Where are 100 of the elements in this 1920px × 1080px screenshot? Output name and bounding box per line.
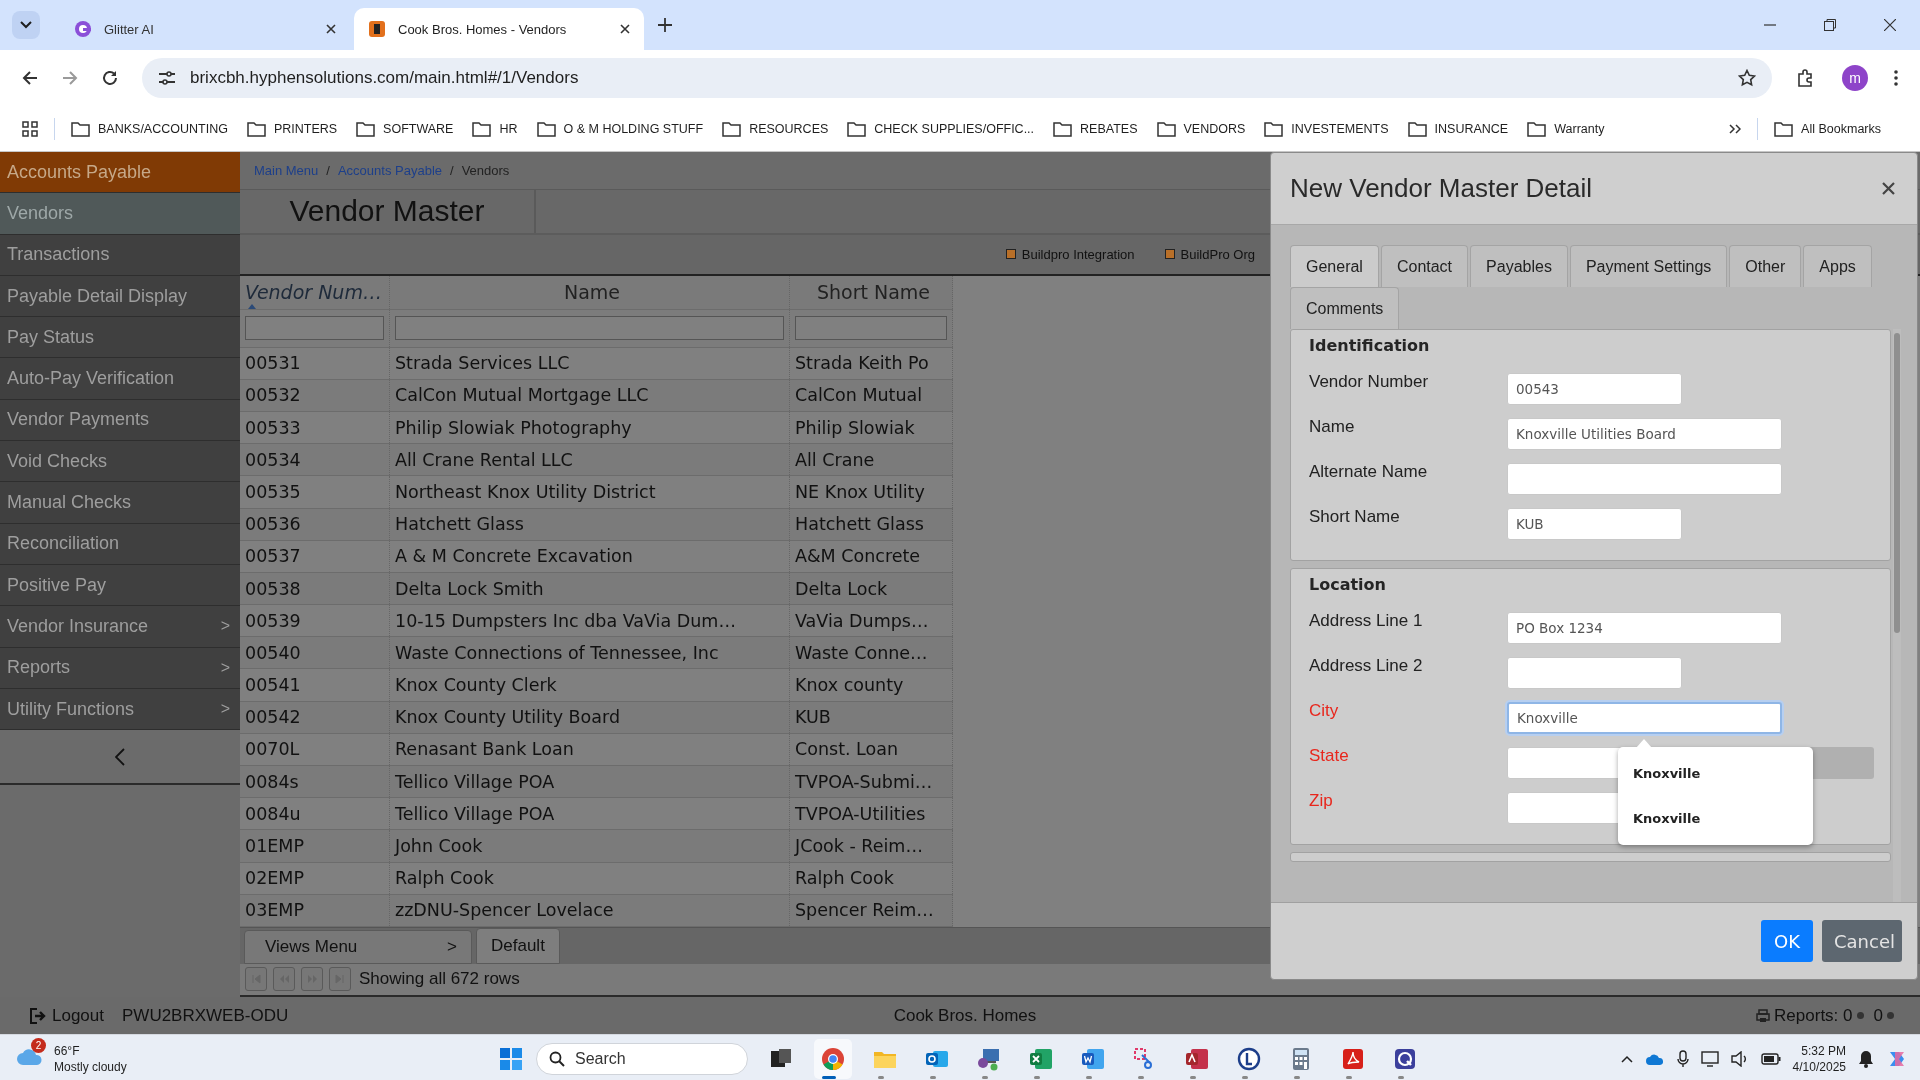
bookmark[interactable]: VENDORS [1156, 120, 1246, 137]
printer-icon [1756, 1008, 1771, 1023]
column-header[interactable]: Short Name [790, 275, 953, 309]
dialog-title: New Vendor Master Detail [1290, 173, 1593, 204]
chevrons-icon[interactable] [1729, 123, 1742, 134]
tab-search-button[interactable] [12, 11, 40, 39]
bookmark[interactable]: CHECK SUPPLIES/OFFIC... [847, 120, 1035, 137]
dialog-tab[interactable]: Payables [1470, 245, 1568, 287]
folder-icon [1264, 120, 1284, 137]
folder-icon [71, 120, 90, 137]
table-cell: 0084s [240, 766, 390, 798]
cancel-button[interactable]: Cancel [1822, 920, 1902, 962]
document-icon [1081, 1046, 1105, 1071]
menu-item[interactable]: Payable Detail Display [0, 275, 240, 318]
close-icon[interactable] [326, 24, 336, 34]
bookmark[interactable]: RESOURCES [722, 120, 829, 137]
menu-item[interactable]: Utility Functions > [0, 688, 240, 731]
restore-icon[interactable] [1824, 19, 1836, 31]
browser-tab[interactable]: Cook Bros. Homes - Vendors [354, 8, 644, 50]
folder-icon [536, 120, 556, 137]
menu-header[interactable]: Accounts Payable [0, 152, 240, 194]
filter-field[interactable] [795, 316, 947, 341]
clock[interactable]: 5:32 PM 4/10/2025 [1792, 1042, 1846, 1075]
dialog-tab[interactable]: Contact [1380, 245, 1469, 287]
address-bar[interactable]: brixcbh.hyphensolutions.com/main.html#/1/Vendors [142, 58, 1772, 98]
menu-item[interactable]: Vendor Payments [0, 399, 240, 442]
bookmark[interactable]: PRINTERS [246, 120, 338, 137]
forward-icon[interactable] [62, 70, 78, 86]
bookmark[interactable]: Warranty [1527, 120, 1605, 137]
microphone-icon[interactable] [1676, 1049, 1689, 1068]
input-field[interactable]: 00543 [1507, 372, 1682, 405]
bookmark[interactable]: SOFTWARE [356, 120, 454, 137]
menu-item[interactable]: Manual Checks [0, 482, 240, 524]
filter-field[interactable] [245, 316, 384, 341]
menu-item[interactable]: Reports > [0, 647, 240, 689]
back-icon[interactable] [22, 70, 38, 86]
taskbar-button[interactable] [814, 1038, 852, 1079]
bookmark[interactable]: INVESTEMENTS [1264, 120, 1389, 137]
table-cell: Hatchett Glass [790, 508, 953, 540]
dialog-tab[interactable]: Payment Settings [1569, 245, 1728, 287]
table-cell: Knox County Utility Board [390, 701, 790, 733]
menu-item[interactable]: Transactions [0, 234, 240, 276]
star-icon[interactable] [1738, 69, 1756, 87]
menu-item[interactable]: Void Checks [0, 441, 240, 483]
suggestion-item[interactable]: Knoxville [1618, 750, 1813, 796]
table-cell: Knox County Clerk [390, 669, 790, 701]
search-field[interactable]: Search [536, 1042, 748, 1075]
bookmark[interactable]: O & M HOLDING STUFF [536, 120, 704, 137]
bell-icon[interactable] [1858, 1049, 1874, 1068]
close-icon[interactable] [1882, 182, 1895, 195]
menu-item[interactable]: Auto-Pay Verification [0, 358, 240, 400]
views-menu[interactable]: Views Menu > [244, 930, 472, 964]
apps-grid-icon[interactable] [22, 120, 38, 137]
bookmark[interactable]: HR [472, 120, 518, 137]
table-cell: Strada Keith Po [790, 347, 953, 379]
close-icon[interactable] [1884, 19, 1896, 31]
menu-item[interactable]: Positive Pay [0, 564, 240, 607]
plus-icon[interactable] [658, 18, 672, 32]
bookmark[interactable]: INSURANCE [1407, 120, 1509, 137]
input-field[interactable]: KUB [1507, 507, 1682, 540]
checkbox[interactable] [1005, 249, 1016, 260]
status-dot [1887, 1012, 1894, 1019]
dialog-tab[interactable]: Other [1729, 245, 1802, 287]
scrollbar[interactable] [1893, 329, 1901, 902]
menu-item[interactable]: Pay Status [0, 317, 240, 359]
start-icon[interactable] [500, 1047, 522, 1070]
input-field[interactable]: Knoxville [1507, 701, 1782, 734]
dialog-tab[interactable]: General [1290, 245, 1379, 287]
input-field[interactable] [1507, 462, 1782, 495]
view-tab[interactable]: Default [476, 928, 560, 964]
column-header[interactable]: Name [390, 275, 790, 309]
ok-button[interactable]: OK [1761, 920, 1813, 962]
volume-icon[interactable] [1730, 1050, 1749, 1067]
menu-item[interactable]: Reconciliation [0, 523, 240, 565]
row-count: Showing all 672 rows [359, 969, 520, 990]
table-cell: Knox county [790, 669, 953, 701]
field-label: Vendor Number [1309, 371, 1430, 392]
collapse-icon[interactable] [115, 747, 125, 766]
table-cell: Tellico Village POA [390, 766, 790, 798]
close-icon[interactable] [620, 24, 630, 34]
breadcrumb-separator: / [450, 162, 454, 178]
dialog-tab[interactable]: Apps [1803, 245, 1872, 287]
input-field[interactable]: Knoxville Utilities Board [1507, 417, 1782, 450]
browser-tab[interactable]: Glitter AI [60, 8, 350, 50]
input-field[interactable] [1507, 656, 1682, 689]
menu-icon[interactable] [1894, 70, 1898, 86]
bookmark[interactable]: BANKS/ACCOUNTING [71, 120, 228, 137]
bookmark[interactable]: All Bookmarks [1774, 120, 1881, 137]
checkbox[interactable] [1164, 249, 1175, 260]
input-field[interactable]: PO Box 1234 [1507, 611, 1782, 644]
bookmark[interactable]: REBATES [1053, 120, 1138, 137]
menu-item[interactable]: Vendor Insurance > [0, 606, 240, 648]
battery-icon[interactable] [1760, 1052, 1781, 1065]
dialog-tab[interactable]: Comments [1290, 287, 1400, 329]
filter-field[interactable] [395, 316, 784, 341]
suggestion-item[interactable]: Knoxville [1618, 795, 1813, 841]
reload-icon[interactable] [102, 70, 118, 86]
profile-avatar[interactable]: m [1842, 65, 1868, 91]
display-icon[interactable] [1700, 1050, 1719, 1067]
chevron-up-icon[interactable] [1620, 1054, 1633, 1063]
